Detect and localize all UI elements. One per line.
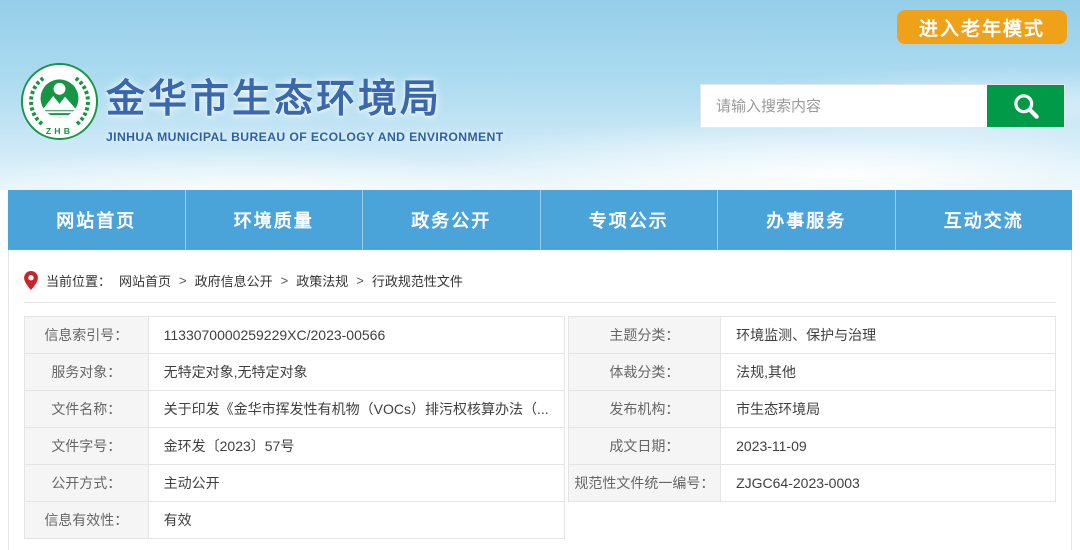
main-content: 当前位置： 网站首页 > 政府信息公开 > 政策法规 > 行政规范性文件 信息索… xyxy=(8,250,1072,550)
breadcrumb-separator: > xyxy=(281,273,289,288)
info-label: 发布机构： xyxy=(568,391,720,428)
elder-mode-button[interactable]: 进入老年模式 xyxy=(897,10,1067,44)
bureau-logo[interactable]: ZHB xyxy=(20,62,99,141)
info-label: 服务对象： xyxy=(25,354,149,391)
table-row: 信息索引号： 1133070000259229XC/2023-00566 xyxy=(25,317,565,354)
page: 进入老年模式 ZHB 金华市生态环境局 JINHUA MUNICIPAL BUR… xyxy=(0,0,1080,550)
table-row: 发布机构： 市生态环境局 xyxy=(568,391,1055,428)
breadcrumb-link-gov-info[interactable]: 政府信息公开 xyxy=(195,271,273,290)
site-title-block: 金华市生态环境局 JINHUA MUNICIPAL BUREAU OF ECOL… xyxy=(106,68,504,144)
nav-item-special[interactable]: 专项公示 xyxy=(540,190,718,250)
site-subtitle: JINHUA MUNICIPAL BUREAU OF ECOLOGY AND E… xyxy=(106,130,504,144)
info-label: 主题分类： xyxy=(568,317,720,354)
info-table-right: 主题分类： 环境监测、保护与治理 体裁分类： 法规,其他 发布机构： 市生态环境… xyxy=(568,316,1056,502)
info-value: 有效 xyxy=(148,502,564,539)
info-label: 信息有效性： xyxy=(25,502,149,539)
info-value: 环境监测、保护与治理 xyxy=(721,317,1056,354)
breadcrumb-link-normative-docs[interactable]: 行政规范性文件 xyxy=(372,271,463,290)
nav-item-home[interactable]: 网站首页 xyxy=(8,190,185,250)
breadcrumb: 当前位置： 网站首页 > 政府信息公开 > 政策法规 > 行政规范性文件 xyxy=(24,250,1056,290)
info-label: 成文日期： xyxy=(568,428,720,465)
breadcrumb-link-home[interactable]: 网站首页 xyxy=(119,271,171,290)
table-row: 文件名称： 关于印发《金华市挥发性有机物（VOCs）排污权核算办法（... xyxy=(25,391,565,428)
info-label: 文件字号： xyxy=(25,428,149,465)
search-bar xyxy=(700,84,1065,128)
info-value: 无特定对象,无特定对象 xyxy=(148,354,564,391)
info-value: 2023-11-09 xyxy=(721,428,1056,465)
table-row: 规范性文件统一编号： ZJGC64-2023-0003 xyxy=(568,465,1055,502)
info-value: 1133070000259229XC/2023-00566 xyxy=(148,317,564,354)
table-row: 服务对象： 无特定对象,无特定对象 xyxy=(25,354,565,391)
breadcrumb-prefix: 当前位置： xyxy=(46,271,111,290)
breadcrumb-divider xyxy=(24,302,1056,303)
search-input[interactable] xyxy=(701,85,987,127)
svg-text:ZHB: ZHB xyxy=(46,126,73,136)
nav-item-gov-info[interactable]: 政务公开 xyxy=(362,190,540,250)
breadcrumb-separator: > xyxy=(179,273,187,288)
info-value: 金环发〔2023〕57号 xyxy=(148,428,564,465)
info-label: 文件名称： xyxy=(25,391,149,428)
info-value: 市生态环境局 xyxy=(721,391,1056,428)
table-row: 体裁分类： 法规,其他 xyxy=(568,354,1055,391)
nav-item-env-quality[interactable]: 环境质量 xyxy=(185,190,363,250)
breadcrumb-link-policy[interactable]: 政策法规 xyxy=(296,271,348,290)
breadcrumb-separator: > xyxy=(356,273,364,288)
info-value: 法规,其他 xyxy=(721,354,1056,391)
location-pin-icon xyxy=(24,271,38,290)
table-row: 文件字号： 金环发〔2023〕57号 xyxy=(25,428,565,465)
info-value: ZJGC64-2023-0003 xyxy=(721,465,1056,502)
site-title: 金华市生态环境局 xyxy=(106,68,504,124)
info-label: 规范性文件统一编号： xyxy=(568,465,720,502)
search-button[interactable] xyxy=(987,85,1064,127)
nav-item-interaction[interactable]: 互动交流 xyxy=(895,190,1073,250)
site-header: 进入老年模式 ZHB 金华市生态环境局 JINHUA MUNICIPAL BUR… xyxy=(0,0,1080,190)
bureau-emblem-icon: ZHB xyxy=(20,62,99,141)
info-value: 关于印发《金华市挥发性有机物（VOCs）排污权核算办法（... xyxy=(148,391,564,428)
table-row: 信息有效性： 有效 xyxy=(25,502,565,539)
nav-item-services[interactable]: 办事服务 xyxy=(717,190,895,250)
document-info-tables: 信息索引号： 1133070000259229XC/2023-00566 服务对… xyxy=(24,316,1056,539)
search-icon xyxy=(1011,91,1041,121)
main-nav: 网站首页 环境质量 政务公开 专项公示 办事服务 互动交流 xyxy=(8,190,1072,250)
info-label: 公开方式： xyxy=(25,465,149,502)
table-row: 主题分类： 环境监测、保护与治理 xyxy=(568,317,1055,354)
info-label: 信息索引号： xyxy=(25,317,149,354)
info-table-left: 信息索引号： 1133070000259229XC/2023-00566 服务对… xyxy=(24,316,565,539)
info-label: 体裁分类： xyxy=(568,354,720,391)
info-value: 主动公开 xyxy=(148,465,564,502)
table-row: 公开方式： 主动公开 xyxy=(25,465,565,502)
table-row: 成文日期： 2023-11-09 xyxy=(568,428,1055,465)
